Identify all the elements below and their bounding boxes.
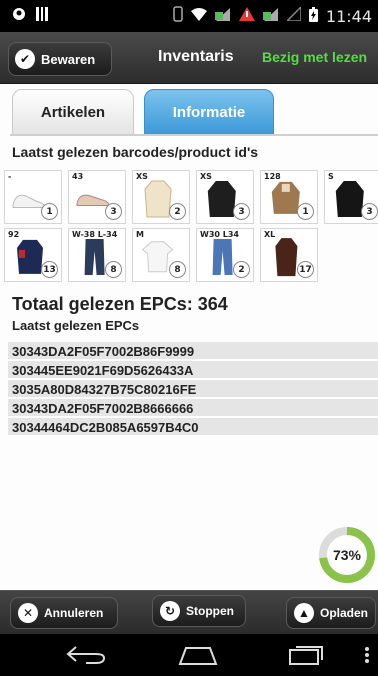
menu-icon[interactable] bbox=[364, 646, 370, 664]
product-count: 2 bbox=[233, 261, 250, 278]
product-tile[interactable]: W-38 L-34 8 bbox=[68, 228, 126, 282]
product-tile[interactable]: XS 2 bbox=[132, 170, 190, 224]
epc-list: 30343DA2F05F7002B86F9999 303445EE9021F69… bbox=[8, 342, 378, 437]
product-count: 1 bbox=[297, 203, 314, 220]
epc-total: Totaal gelezen EPCs: 364 bbox=[12, 294, 228, 314]
battery-icon bbox=[308, 6, 318, 27]
jeans-icon bbox=[212, 239, 233, 275]
home-icon[interactable] bbox=[176, 644, 220, 666]
save-button[interactable]: ✔ Bewaren bbox=[8, 42, 112, 76]
tab-divider bbox=[10, 134, 378, 136]
product-count: 3 bbox=[233, 203, 250, 220]
bottom-bar: ✕ Annuleren ↻ Stoppen ▲ Opladen bbox=[0, 590, 378, 634]
system-nav-bar bbox=[0, 634, 378, 676]
action-bar: ✔ Bewaren Inventaris Bezig met lezen bbox=[0, 32, 378, 84]
product-tile[interactable]: XS 3 bbox=[196, 170, 254, 224]
progress-label: 73% bbox=[332, 547, 362, 563]
product-tile[interactable]: 92 13 bbox=[4, 228, 62, 282]
product-count: 8 bbox=[169, 261, 186, 278]
close-icon: ✕ bbox=[18, 603, 38, 623]
cancel-button[interactable]: ✕ Annuleren bbox=[10, 597, 118, 629]
status-bar: 11:44 bbox=[0, 0, 378, 32]
product-count: 8 bbox=[105, 261, 122, 278]
data-icon bbox=[262, 7, 279, 26]
tab-artikelen[interactable]: Artikelen bbox=[12, 89, 134, 135]
barcodes-heading: Laatst gelezen barcodes/product id's bbox=[12, 144, 259, 160]
back-icon[interactable] bbox=[64, 644, 108, 666]
product-count: 13 bbox=[41, 261, 58, 278]
no-signal-icon bbox=[285, 5, 302, 26]
progress-ring: 73% bbox=[318, 526, 376, 584]
chevron-up-icon: ▲ bbox=[294, 603, 314, 623]
product-size: - bbox=[8, 172, 12, 181]
product-count: 2 bbox=[169, 203, 186, 220]
epc-row[interactable]: 3035A80D84327B75C80216FE bbox=[8, 380, 378, 399]
product-count: 1 bbox=[41, 203, 58, 220]
wifi-icon bbox=[190, 7, 207, 26]
epc-row[interactable]: 30343DA2F05F7002B8666666 bbox=[8, 399, 378, 418]
barcode-notification-icon bbox=[36, 7, 48, 26]
epc-row[interactable]: 30343DA2F05F7002B86F9999 bbox=[8, 342, 378, 361]
product-size: 43 bbox=[72, 172, 84, 181]
product-tile[interactable]: 128 1 bbox=[260, 170, 318, 224]
product-count: 3 bbox=[361, 203, 378, 220]
product-count: 17 bbox=[297, 261, 314, 278]
product-tile[interactable]: S 3 bbox=[324, 170, 378, 224]
upload-button[interactable]: ▲ Opladen bbox=[286, 597, 376, 629]
reading-status: Bezig met lezen bbox=[262, 49, 368, 65]
save-button-label: Bewaren bbox=[41, 51, 96, 67]
product-count: 3 bbox=[105, 203, 122, 220]
android-notification-icon bbox=[12, 7, 26, 26]
product-tile[interactable]: 43 3 bbox=[68, 170, 126, 224]
signal-icon bbox=[214, 7, 231, 26]
product-tile[interactable]: XL 17 bbox=[260, 228, 318, 282]
barcode-row-2: 92 13 W-38 L-34 8 M 8 W30 L34 2 XL 17 bbox=[4, 228, 318, 282]
stop-button[interactable]: ↻ Stoppen bbox=[152, 595, 246, 627]
product-tile[interactable]: - 1 bbox=[4, 170, 62, 224]
recent-apps-icon[interactable] bbox=[286, 644, 326, 666]
jeans-icon bbox=[84, 239, 105, 275]
tab-bar: Artikelen Informatie bbox=[12, 89, 274, 135]
epc-row[interactable]: 30344464DC2B085A6597B4C0 bbox=[8, 418, 378, 437]
coat-icon bbox=[275, 238, 298, 277]
tab-informatie[interactable]: Informatie bbox=[144, 89, 274, 135]
checkmark-icon: ✔ bbox=[15, 49, 35, 69]
clock: 11:44 bbox=[325, 7, 372, 26]
product-tile[interactable]: W30 L34 2 bbox=[196, 228, 254, 282]
vibrate-icon bbox=[173, 6, 183, 27]
product-size: M bbox=[136, 230, 144, 239]
page-title: Inventaris bbox=[158, 48, 234, 65]
barcode-row-1: - 1 43 3 XS 2 XS 3 128 1 S 3 bbox=[4, 170, 378, 224]
upload-button-label: Opladen bbox=[320, 606, 369, 620]
stop-button-label: Stoppen bbox=[186, 604, 234, 618]
main-content: Artikelen Informatie Laatst gelezen barc… bbox=[0, 84, 378, 590]
refresh-icon: ↻ bbox=[160, 601, 180, 621]
product-tile[interactable]: M 8 bbox=[132, 228, 190, 282]
epc-row[interactable]: 303445EE9021F69D5626433A bbox=[8, 361, 378, 380]
warning-icon bbox=[238, 7, 255, 26]
cancel-button-label: Annuleren bbox=[44, 606, 104, 620]
epc-list-heading: Laatst gelezen EPCs bbox=[12, 318, 140, 333]
